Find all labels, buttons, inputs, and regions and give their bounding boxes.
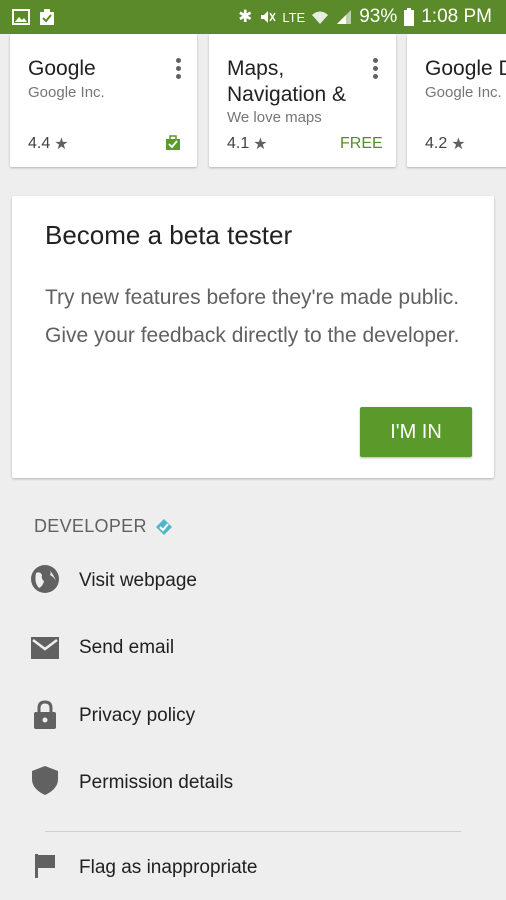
flag-row[interactable]: Flag as inappropriate <box>0 837 506 897</box>
im-in-button[interactable]: I'M IN <box>360 407 472 457</box>
app-developer: We love maps <box>227 109 322 126</box>
app-title: Google <box>28 57 96 80</box>
image-icon <box>12 9 30 25</box>
app-rating: 4.2 ★ <box>425 135 466 153</box>
star-icon: ★ <box>253 136 268 153</box>
beta-tester-card: Become a beta tester Try new features be… <box>12 196 494 478</box>
lock-icon <box>34 700 56 729</box>
privacy-policy-row[interactable]: Privacy policy <box>0 685 506 745</box>
app-card-maps[interactable]: Maps, Navigation & We love maps 4.1 ★ FR… <box>209 34 396 167</box>
developer-section-title: DEVELOPER <box>34 516 173 537</box>
app-title: Google D <box>425 57 506 80</box>
privacy-policy-label: Privacy policy <box>79 705 196 726</box>
battery-icon <box>404 8 415 26</box>
clock: 1:08 PM <box>421 6 492 27</box>
visit-webpage-row[interactable]: Visit webpage <box>0 550 506 610</box>
send-email-label: Send email <box>79 637 175 658</box>
more-options-icon[interactable] <box>174 58 182 82</box>
mute-icon <box>261 11 276 23</box>
globe-icon <box>31 565 59 593</box>
send-email-row[interactable]: Send email <box>0 617 506 677</box>
app-card-google-drive[interactable]: Google D Google Inc. 4.2 ★ <box>407 34 506 167</box>
app-card-google[interactable]: Google Google Inc. 4.4 ★ <box>10 34 197 167</box>
app-rating: 4.4 ★ <box>28 135 69 153</box>
status-bar: ✱ LTE 93% 1:08 PM <box>0 0 506 34</box>
wifi-icon <box>312 11 329 24</box>
more-options-icon[interactable] <box>371 58 379 82</box>
verified-icon <box>155 518 172 535</box>
app-developer: Google Inc. <box>28 84 105 101</box>
installed-icon <box>166 135 180 150</box>
beta-description: Try new features before they're made pub… <box>45 286 460 347</box>
star-icon: ★ <box>451 136 466 153</box>
battery-text: 93% <box>359 6 398 27</box>
signal-icon <box>337 10 352 24</box>
app-developer: Google Inc. <box>425 84 502 101</box>
flag-icon <box>35 854 55 878</box>
permission-details-label: Permission details <box>79 772 234 793</box>
flag-label: Flag as inappropriate <box>79 857 258 878</box>
network-label: LTE <box>282 9 306 25</box>
permission-details-row[interactable]: Permission details <box>0 752 506 812</box>
app-title: Maps, Navigation & <box>227 57 347 106</box>
divider <box>45 831 461 832</box>
visit-webpage-label: Visit webpage <box>79 570 197 591</box>
price-label: FREE <box>340 135 383 152</box>
beta-title: Become a beta tester <box>45 220 293 250</box>
bluetooth-icon: ✱ <box>238 7 253 26</box>
clipboard-icon <box>40 9 54 25</box>
shield-icon <box>32 766 58 795</box>
star-icon: ★ <box>54 136 69 153</box>
app-rating: 4.1 ★ <box>227 135 268 153</box>
email-icon <box>31 637 59 659</box>
